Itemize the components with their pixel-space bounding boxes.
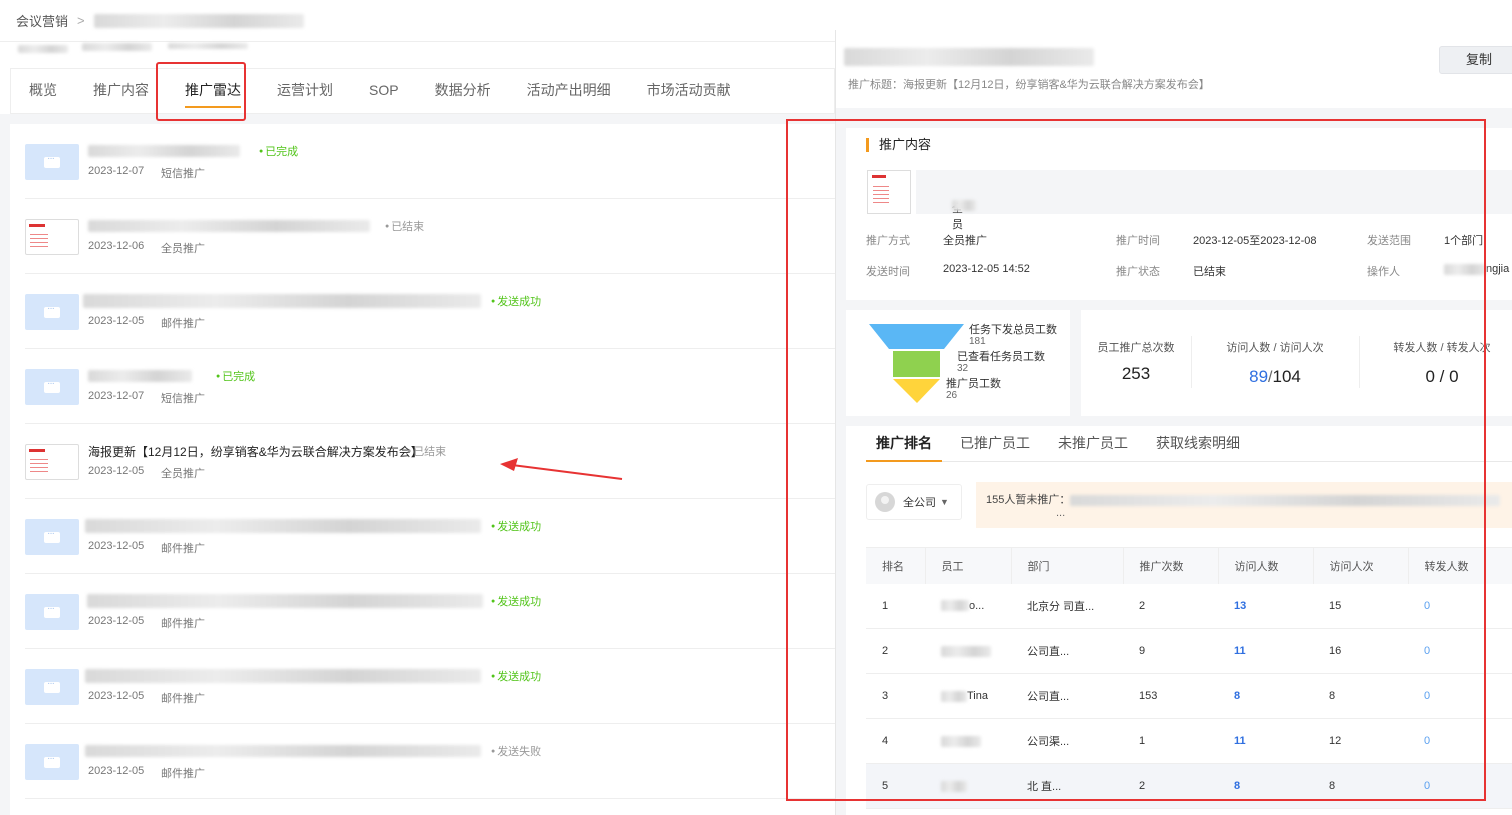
promo-name-redacted [844, 48, 1094, 66]
item-type: 短信推广 [161, 393, 205, 405]
item-status: 已完成 [259, 143, 298, 159]
tab-promo-content[interactable]: 推广内容 [75, 68, 167, 114]
message-icon [25, 294, 79, 330]
tab-operation-plan[interactable]: 运营计划 [259, 68, 351, 114]
item-type: 短信推广 [161, 168, 205, 180]
main-tabs: 概览 推广内容 推广雷达 运营计划 SOP 数据分析 活动产出明细 市场活动贡献 [10, 68, 835, 114]
tab-highlight-box [156, 62, 246, 121]
item-status: 发送成功 [491, 668, 541, 684]
poster-thumbnail [25, 219, 79, 255]
item-title [85, 743, 481, 757]
breadcrumb-current-redacted [93, 13, 304, 28]
item-date: 2023-12-05 [88, 765, 145, 777]
message-icon [25, 369, 79, 405]
tab-overview[interactable]: 概览 [11, 68, 75, 114]
item-title [88, 368, 192, 382]
detail-header: 推广标题：海报更新【12月12日，纷享销客&华为云联合解决方案发布会】 复制 [836, 30, 1512, 108]
item-date: 2023-12-07 [88, 390, 145, 402]
list-item[interactable]: 发送成功 2023-12-05 邮件推广 [25, 499, 835, 574]
item-date: 2023-12-07 [88, 165, 145, 177]
list-item[interactable]: 海报更新【12月12日，纷享销客&华为云联合解决方案发布会】 已结束 2023-… [25, 424, 835, 499]
copy-button[interactable]: 复制 [1439, 46, 1512, 74]
item-date: 2023-12-05 [88, 615, 145, 627]
tab-activity-output[interactable]: 活动产出明细 [509, 68, 629, 114]
list-item[interactable]: 发送成功 2023-12-05 邮件推广 [25, 274, 835, 349]
item-status: 发送成功 [491, 593, 541, 609]
list-item[interactable]: 发送成功 2023-12-05 邮件推广 [25, 649, 835, 724]
item-date: 2023-12-05 [88, 465, 145, 477]
list-item[interactable]: 发送失败 2023-12-05 邮件推广 [25, 724, 835, 799]
item-title [88, 143, 240, 157]
item-type: 全员推广 [161, 468, 205, 480]
list-item[interactable]: 已结束 2023-12-06 全员推广 [25, 199, 835, 274]
item-date: 2023-12-05 [88, 540, 145, 552]
item-date: 2023-12-05 [88, 315, 145, 327]
breadcrumb: 会议营销 > [0, 0, 835, 42]
breadcrumb-root[interactable]: 会议营销 [16, 11, 68, 30]
item-date: 2023-12-06 [88, 240, 145, 252]
item-type: 邮件推广 [161, 318, 205, 330]
promo-title: 推广标题：海报更新【12月12日，纷享销客&华为云联合解决方案发布会】 [848, 79, 1210, 91]
item-type: 邮件推广 [161, 768, 205, 780]
item-title [85, 518, 481, 533]
message-icon [25, 594, 79, 630]
item-title [87, 593, 483, 608]
item-type: 邮件推广 [161, 693, 205, 705]
item-type: 邮件推广 [161, 618, 205, 630]
item-type: 邮件推广 [161, 543, 205, 555]
item-title: 海报更新【12月12日，纷享销客&华为云联合解决方案发布会】 [88, 445, 423, 459]
poster-thumbnail [25, 444, 79, 480]
item-status: 发送成功 [491, 293, 541, 309]
item-status: 已结束 [385, 218, 424, 234]
breadcrumb-separator: > [77, 13, 85, 28]
item-status: 已结束 [407, 443, 446, 459]
item-title [83, 293, 481, 308]
item-status: 发送失败 [491, 743, 541, 759]
promotion-list: 已完成 2023-12-07 短信推广 已结束 2023-12-06 全员推广 … [10, 124, 835, 815]
item-title [88, 218, 370, 232]
list-item[interactable]: 已完成 2023-12-07 短信推广 [25, 124, 835, 199]
annotation-arrow [500, 458, 623, 480]
item-type: 全员推广 [161, 243, 205, 255]
item-date: 2023-12-05 [88, 690, 145, 702]
message-icon [25, 744, 79, 780]
item-title [85, 668, 481, 683]
tab-data-analysis[interactable]: 数据分析 [417, 68, 509, 114]
list-item[interactable]: 已完成 2023-12-07 短信推广 [25, 349, 835, 424]
tab-market-contribution[interactable]: 市场活动贡献 [629, 68, 749, 114]
message-icon [25, 144, 79, 180]
message-icon [25, 669, 79, 705]
item-status: 发送成功 [491, 518, 541, 534]
tab-sop[interactable]: SOP [351, 68, 417, 114]
list-item[interactable]: 发送成功 2023-12-05 邮件推广 [25, 574, 835, 649]
message-icon [25, 519, 79, 555]
item-status: 已完成 [216, 368, 255, 384]
event-summary-bar [0, 43, 835, 67]
detail-highlight-box [786, 119, 1486, 801]
